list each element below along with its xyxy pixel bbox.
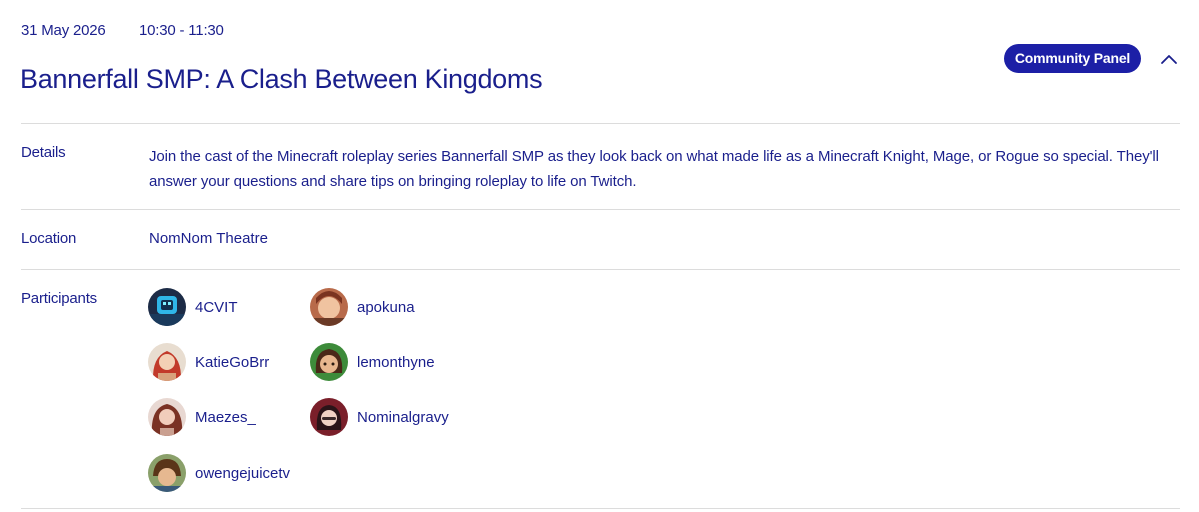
category-badge: Community Panel	[1004, 44, 1141, 73]
avatar	[310, 343, 348, 381]
details-label: Details	[21, 144, 66, 161]
participant-item[interactable]: Nominalgravy	[310, 398, 449, 436]
divider	[21, 123, 1180, 124]
participant-name: Nominalgravy	[357, 408, 449, 426]
avatar	[148, 454, 186, 492]
avatar	[310, 398, 348, 436]
participant-name: 4CVIT	[195, 298, 238, 316]
participant-name: owengejuicetv	[195, 464, 291, 482]
chevron-up-icon[interactable]	[1158, 50, 1180, 68]
divider	[21, 269, 1180, 270]
event-title: Bannerfall SMP: A Clash Between Kingdoms	[20, 64, 543, 94]
avatar	[148, 343, 186, 381]
participant-name: Maezes_	[195, 408, 256, 426]
participant-name: apokuna	[357, 298, 415, 316]
event-date: 31 May 2026	[21, 22, 106, 39]
participants-label: Participants	[21, 290, 97, 307]
details-text: Join the cast of the Minecraft roleplay …	[149, 148, 1159, 190]
location-label: Location	[21, 230, 77, 247]
participant-item[interactable]: owengejuicetv	[148, 454, 290, 492]
participant-name: lemonthyne	[357, 353, 435, 371]
avatar	[148, 398, 186, 436]
participant-item[interactable]: lemonthyne	[310, 343, 435, 381]
event-time: 10:30 - 11:30	[139, 22, 224, 39]
avatar	[148, 288, 186, 326]
participant-name: KatieGoBrr	[195, 353, 270, 371]
participant-item[interactable]: Maezes_	[148, 398, 256, 436]
participant-item[interactable]: KatieGoBrr	[148, 343, 269, 381]
participant-item[interactable]: 4CVIT	[148, 288, 238, 326]
divider	[21, 209, 1180, 210]
divider	[21, 508, 1180, 509]
avatar	[310, 288, 348, 326]
participant-item[interactable]: apokuna	[310, 288, 415, 326]
location-text: NomNom Theatre	[149, 230, 268, 247]
